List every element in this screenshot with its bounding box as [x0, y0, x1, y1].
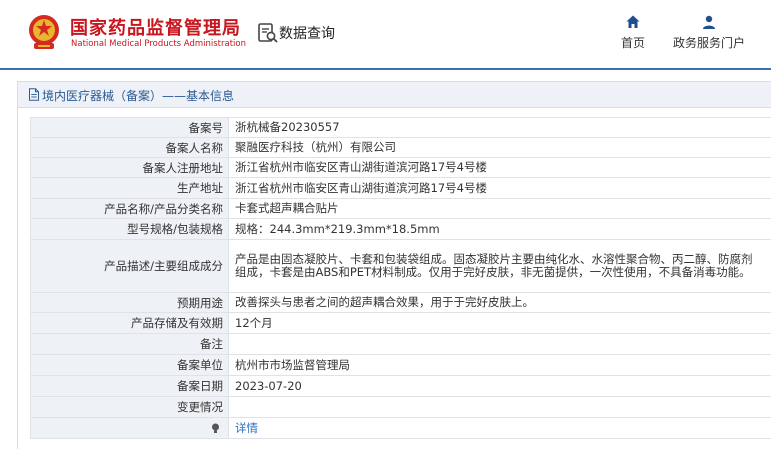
row-label: 生产地址: [30, 178, 229, 198]
user-icon: [703, 15, 715, 29]
row-value: 规格：244.3mm*219.3mm*18.5mm: [235, 221, 440, 236]
header-divider: [0, 68, 771, 70]
breadcrumb: 境内医疗器械（备案）——基本信息: [18, 82, 771, 108]
row-value: [229, 397, 771, 417]
row-value: 聚融医疗科技（杭州）有限公司: [235, 140, 396, 154]
national-emblem-icon: [29, 15, 59, 49]
row-label: 产品存储及有效期: [30, 313, 229, 333]
row-value: 浙江省杭州市临安区青山湖街道滨河路17号4号楼: [235, 180, 487, 195]
nav-gov-services[interactable]: 政务服务门户: [671, 14, 747, 51]
row-label: 备案人名称: [30, 138, 229, 157]
row-value: 杭州市市场监督管理局: [235, 357, 350, 372]
record-panel: 境内医疗器械（备案）——基本信息 备案号 浙杭械备20230557 备案人名称 …: [17, 81, 771, 449]
data-query-link[interactable]: 数据查询: [279, 23, 335, 43]
row-value: [229, 334, 771, 354]
row-value: 浙杭械备20230557: [235, 120, 340, 134]
table-row: 型号规格/包装规格 规格：244.3mm*219.3mm*18.5mm: [30, 219, 771, 240]
breadcrumb-text: 境内医疗器械（备案）——基本信息: [42, 89, 235, 103]
row-label: 备案人注册地址: [30, 158, 229, 177]
row-label: 备案单位: [30, 355, 229, 375]
row-value: 浙江省杭州市临安区青山湖街道滨河路17号4号楼: [235, 160, 487, 174]
row-label: 备案日期: [30, 376, 229, 396]
table-row: 产品名称/产品分类名称 卡套式超声耦合贴片: [30, 199, 771, 219]
table-row: 变更情况: [30, 397, 771, 418]
org-name-cn: 国家药品监督管理局: [70, 18, 241, 39]
row-value: 改善探头与患者之间的超声耦合效果，用于于完好皮肤上。: [235, 295, 534, 309]
row-label: 产品名称/产品分类名称: [30, 199, 229, 218]
row-label: 预期用途: [30, 293, 229, 312]
row-label: 型号规格/包装规格: [30, 219, 229, 239]
table-row: 预期用途 改善探头与患者之间的超声耦合效果，用于于完好皮肤上。: [30, 293, 771, 313]
table-row: 生产地址 浙江省杭州市临安区青山湖街道滨河路17号4号楼: [30, 178, 771, 199]
row-label: 产品描述/主要组成成分: [30, 240, 229, 292]
row-label-tip: [30, 418, 229, 438]
row-label: 备案号: [30, 118, 229, 137]
site-header: 国家药品监督管理局 National Medical Products Admi…: [0, 0, 771, 68]
nav-gov-services-label: 政务服务门户: [672, 36, 745, 50]
row-label: 变更情况: [30, 397, 229, 417]
table-row: 详情: [30, 418, 771, 439]
table-row: 产品描述/主要组成成分 产品是由固态凝胶片、卡套和包装袋组成。固态凝胶片主要由纯…: [30, 240, 771, 293]
detail-cell: 详情: [229, 418, 771, 438]
document-icon: [29, 88, 39, 101]
row-value: 产品是由固态凝胶片、卡套和包装袋组成。固态凝胶片主要由纯化水、水溶性聚合物、丙二…: [235, 252, 753, 279]
table-row: 备注: [30, 334, 771, 355]
row-value: 2023-07-20: [235, 378, 302, 393]
nav-home[interactable]: 首页: [619, 14, 647, 51]
row-value: 卡套式超声耦合贴片: [235, 201, 339, 215]
detail-link[interactable]: 详情: [235, 421, 258, 435]
row-value: 12个月: [235, 315, 273, 330]
home-icon: [626, 15, 640, 28]
nav-home-label: 首页: [620, 36, 645, 50]
table-row: 备案号 浙杭械备20230557: [30, 118, 771, 138]
data-query-icon[interactable]: [257, 22, 279, 44]
table-row: 备案单位 杭州市市场监督管理局: [30, 355, 771, 376]
table-row: 备案人名称 聚融医疗科技（杭州）有限公司: [30, 138, 771, 158]
table-row: 产品存储及有效期 12个月: [30, 313, 771, 334]
org-name-en: National Medical Products Administration: [71, 39, 246, 49]
row-label: 备注: [30, 334, 229, 354]
table-row: 备案日期 2023-07-20: [30, 376, 771, 397]
record-table: 备案号 浙杭械备20230557 备案人名称 聚融医疗科技（杭州）有限公司 备案…: [30, 117, 771, 439]
table-row: 备案人注册地址 浙江省杭州市临安区青山湖街道滨河路17号4号楼: [30, 158, 771, 178]
lightbulb-icon: [212, 423, 219, 433]
